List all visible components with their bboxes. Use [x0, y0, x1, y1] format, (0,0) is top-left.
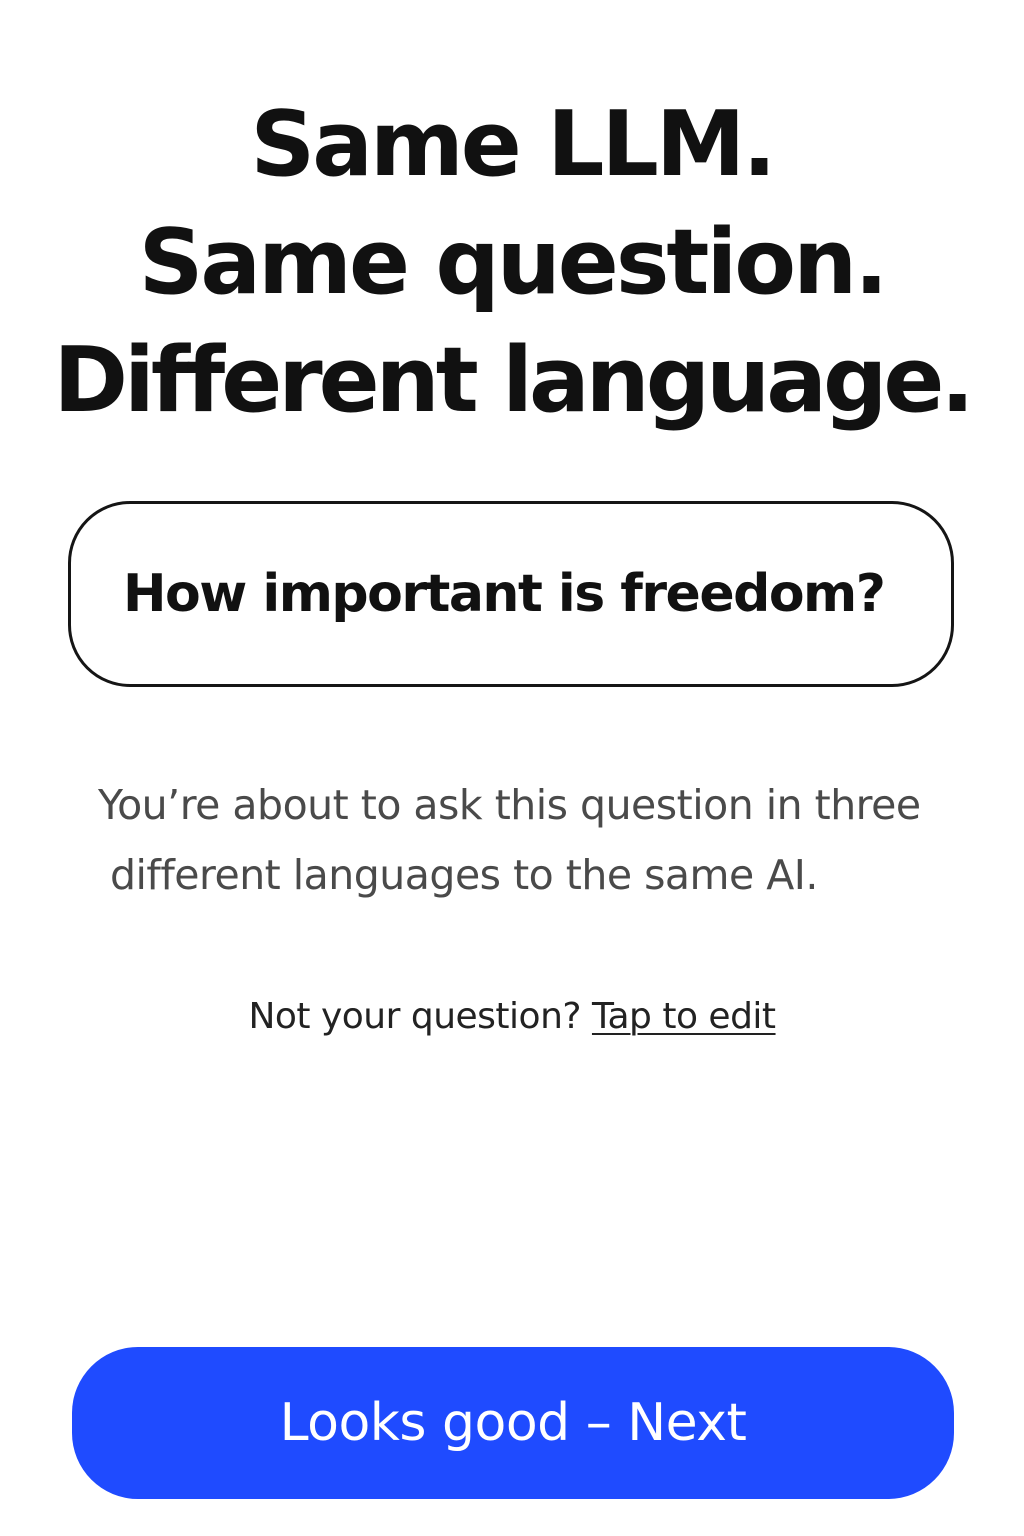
- headline-line-3: Different language.: [53, 328, 974, 433]
- headline-line-1: Same LLM.: [250, 92, 776, 197]
- next-button[interactable]: Looks good – Next: [72, 1347, 954, 1499]
- page-title: Same LLM. Same question. Different langu…: [0, 86, 1024, 440]
- edit-prompt: Not your question? Tap to edit: [0, 996, 1024, 1037]
- next-button-label: Looks good – Next: [279, 1393, 747, 1453]
- question-text: How important is freedom?: [123, 564, 886, 624]
- description-line-2: different languages to the same AI.: [110, 851, 818, 899]
- question-card: How important is freedom?: [68, 501, 954, 687]
- description-line-1: You’re about to ask this question in thr…: [98, 781, 921, 829]
- headline-line-2: Same question.: [138, 210, 889, 315]
- tap-to-edit-link[interactable]: Tap to edit: [592, 996, 776, 1037]
- description-text: You’re about to ask this question in thr…: [98, 770, 978, 910]
- edit-prompt-text: Not your question?: [248, 996, 592, 1037]
